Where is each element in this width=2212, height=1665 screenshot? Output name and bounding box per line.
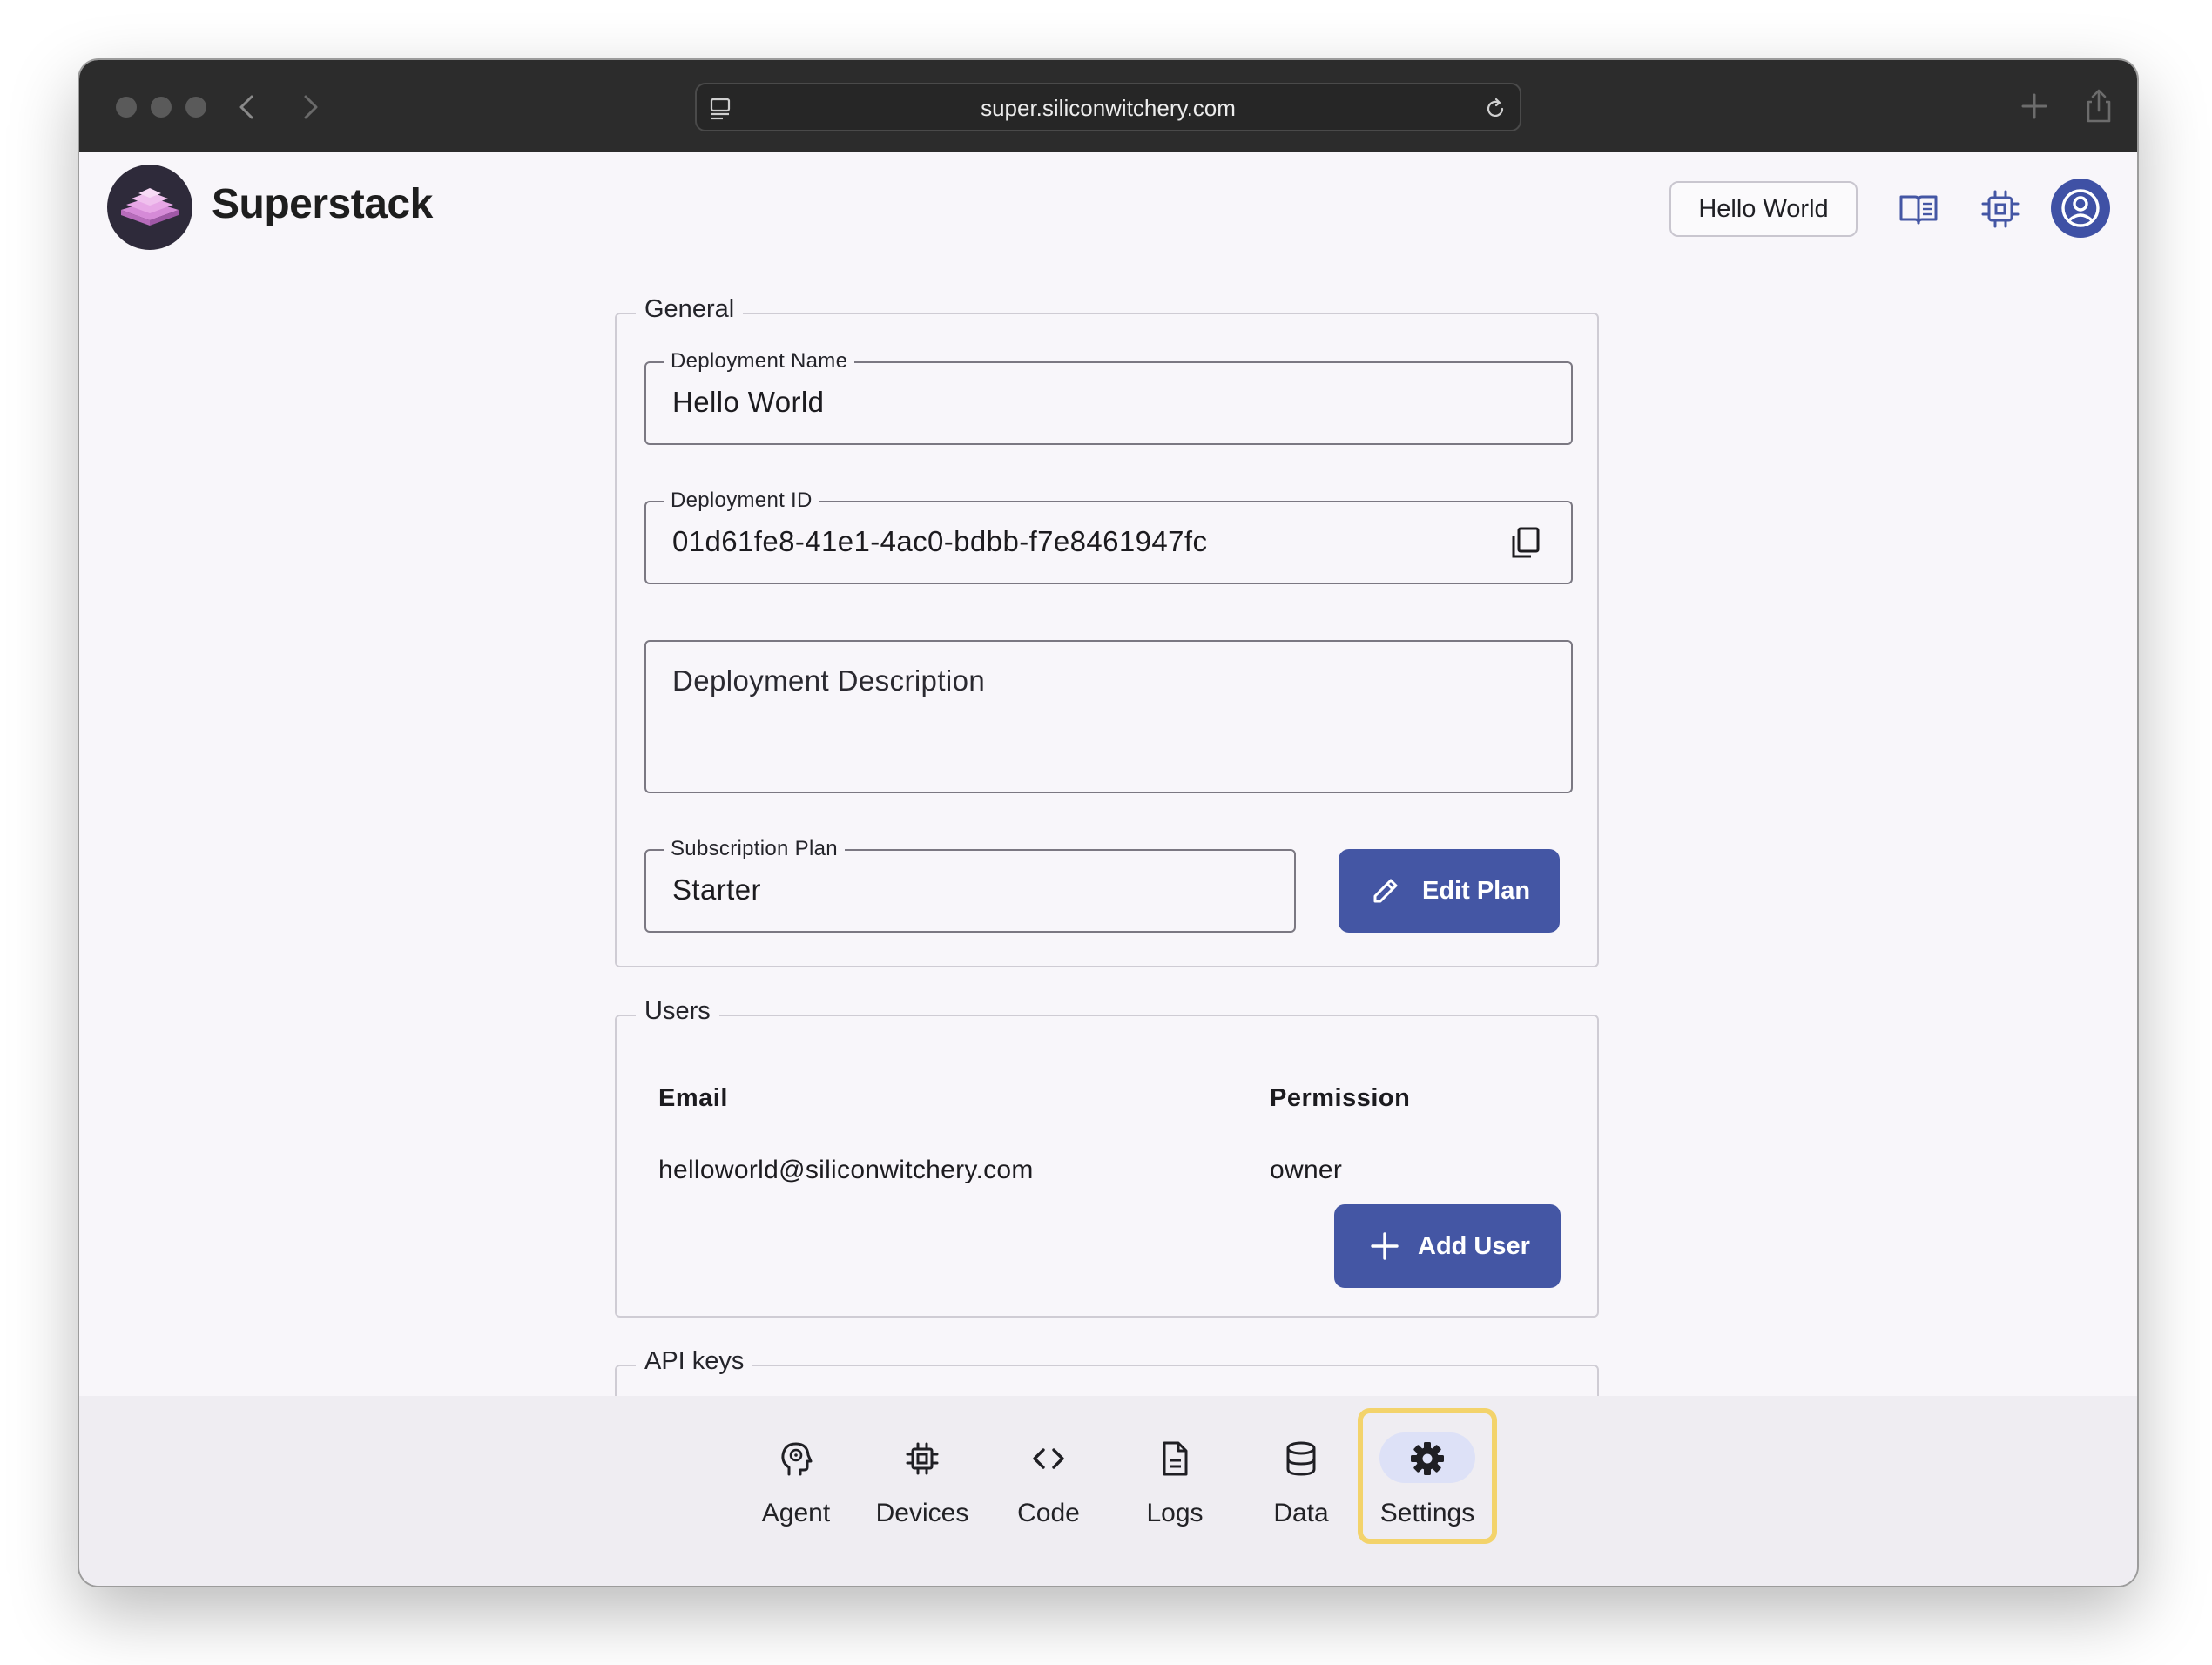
deployment-id-field[interactable]: Deployment ID 01d61fe8-41e1-4ac0-bdbb-f7…	[644, 489, 1573, 584]
nav-label-agent: Agent	[761, 1499, 831, 1527]
users-legend: Users	[636, 997, 719, 1026]
nav-label-data: Data	[1273, 1499, 1329, 1527]
deployment-id-value[interactable]: 01d61fe8-41e1-4ac0-bdbb-f7e8461947fc	[672, 525, 1207, 558]
nav-item-data[interactable]: Data	[1244, 1396, 1358, 1535]
subscription-plan-value[interactable]: Starter	[672, 873, 761, 907]
deployment-selector[interactable]: Hello World	[1669, 181, 1858, 237]
back-icon[interactable]	[227, 86, 269, 128]
add-user-button[interactable]: Add User	[1334, 1204, 1561, 1288]
agent-head-icon	[781, 1442, 813, 1476]
subscription-plan-label: Subscription Plan	[664, 837, 845, 861]
user-permission-cell: owner	[1270, 1156, 1343, 1184]
nav-item-code[interactable]: Code	[992, 1396, 1105, 1535]
brand-name: Superstack	[212, 181, 433, 227]
docs-book-icon[interactable]	[1896, 186, 1941, 232]
browser-titlebar: super.siliconwitchery.com	[79, 60, 2137, 152]
bottom-navigation: Agent Devices Code Logs Data Settings	[79, 1396, 2137, 1586]
email-column-header: Email	[658, 1084, 728, 1112]
api-keys-legend: API keys	[636, 1347, 753, 1376]
general-legend: General	[636, 295, 744, 324]
browser-window: super.siliconwitchery.com Superstack Hel…	[79, 60, 2137, 1586]
deployment-id-label: Deployment ID	[664, 489, 819, 513]
add-user-label: Add User	[1418, 1232, 1530, 1260]
subscription-plan-field[interactable]: Subscription Plan Starter	[644, 837, 1296, 933]
code-icon	[1033, 1448, 1064, 1469]
edit-plan-label: Edit Plan	[1422, 877, 1531, 905]
deployment-name-field[interactable]: Deployment Name Hello World	[644, 349, 1573, 445]
permission-column-header: Permission	[1270, 1084, 1411, 1112]
nav-label-code: Code	[1017, 1499, 1080, 1527]
nav-label-logs: Logs	[1146, 1499, 1204, 1527]
copy-icon[interactable]	[1507, 523, 1545, 562]
users-section: Users Email Permission helloworld@silico…	[615, 997, 1599, 1318]
zoom-window-dot[interactable]	[185, 97, 206, 118]
url-text[interactable]: super.siliconwitchery.com	[697, 95, 1520, 122]
user-email-cell: helloworld@siliconwitchery.com	[658, 1156, 1034, 1184]
superstack-logo[interactable]	[107, 165, 192, 250]
document-icon	[1163, 1441, 1188, 1476]
reload-icon[interactable]	[1481, 95, 1509, 123]
nav-item-agent[interactable]: Agent	[739, 1396, 853, 1535]
edit-plan-button[interactable]: Edit Plan	[1339, 849, 1560, 933]
settings-highlight-outline	[1358, 1408, 1497, 1544]
address-bar[interactable]: super.siliconwitchery.com	[695, 83, 1521, 131]
minimize-window-dot[interactable]	[151, 97, 172, 118]
deployment-name-label: Deployment Name	[664, 349, 855, 374]
nav-item-logs[interactable]: Logs	[1118, 1396, 1231, 1535]
deployment-name-value[interactable]: Hello World	[672, 386, 824, 419]
plus-icon	[1371, 1232, 1399, 1260]
nav-label-devices: Devices	[875, 1499, 969, 1527]
share-icon[interactable]	[2079, 86, 2119, 126]
chip-icon	[906, 1442, 939, 1475]
close-window-dot[interactable]	[116, 97, 137, 118]
deployment-description-placeholder[interactable]: Deployment Description	[672, 664, 985, 698]
forward-icon[interactable]	[288, 86, 330, 128]
pencil-icon	[1373, 879, 1398, 903]
account-icon[interactable]	[2051, 179, 2110, 238]
nav-item-devices[interactable]: Devices	[866, 1396, 979, 1535]
general-section: General Deployment Name Hello World Depl…	[615, 295, 1599, 967]
new-tab-icon[interactable]	[2014, 86, 2054, 126]
deployment-description-field[interactable]: Deployment Description	[644, 640, 1573, 793]
database-icon	[1286, 1441, 1316, 1476]
device-chip-icon[interactable]	[1978, 186, 2023, 232]
